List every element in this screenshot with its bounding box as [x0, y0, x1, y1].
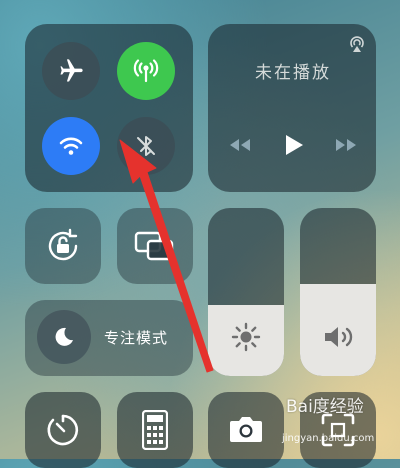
camera-button[interactable] — [208, 392, 284, 468]
timer-icon — [45, 412, 81, 448]
airplay-icon[interactable] — [347, 34, 367, 54]
watermark-url: jingyan.baidu.com — [282, 433, 375, 444]
focus-moon-badge — [37, 310, 91, 364]
watermark-logo: Bai度经验 — [286, 397, 364, 417]
rewind-icon[interactable] — [228, 137, 252, 153]
screen-mirroring-button[interactable] — [117, 208, 193, 284]
camera-icon — [228, 414, 264, 444]
airplane-mode-toggle[interactable] — [42, 42, 100, 100]
cellular-antenna-icon — [131, 56, 161, 86]
calculator-button[interactable] — [117, 392, 193, 468]
volume-slider[interactable] — [300, 208, 376, 376]
moon-icon — [52, 325, 76, 349]
fast-forward-icon[interactable] — [334, 137, 358, 153]
timer-button[interactable] — [25, 392, 101, 468]
now-playing-status: 未在播放 — [255, 63, 331, 83]
screen-mirroring-icon — [134, 230, 176, 262]
speaker-icon — [322, 323, 356, 351]
wifi-icon — [56, 131, 86, 161]
rotation-lock-icon — [43, 226, 83, 266]
airplane-icon — [57, 57, 85, 85]
play-icon[interactable] — [283, 133, 305, 157]
bluetooth-toggle[interactable] — [117, 117, 175, 175]
cellular-data-toggle[interactable] — [117, 42, 175, 100]
bluetooth-off-icon — [132, 132, 160, 160]
wifi-toggle[interactable] — [42, 117, 100, 175]
orientation-lock-button[interactable] — [25, 208, 101, 284]
brightness-slider[interactable] — [208, 208, 284, 376]
sun-icon — [230, 321, 262, 353]
focus-mode-label: 专注模式 — [104, 329, 169, 347]
calculator-icon — [142, 410, 168, 450]
